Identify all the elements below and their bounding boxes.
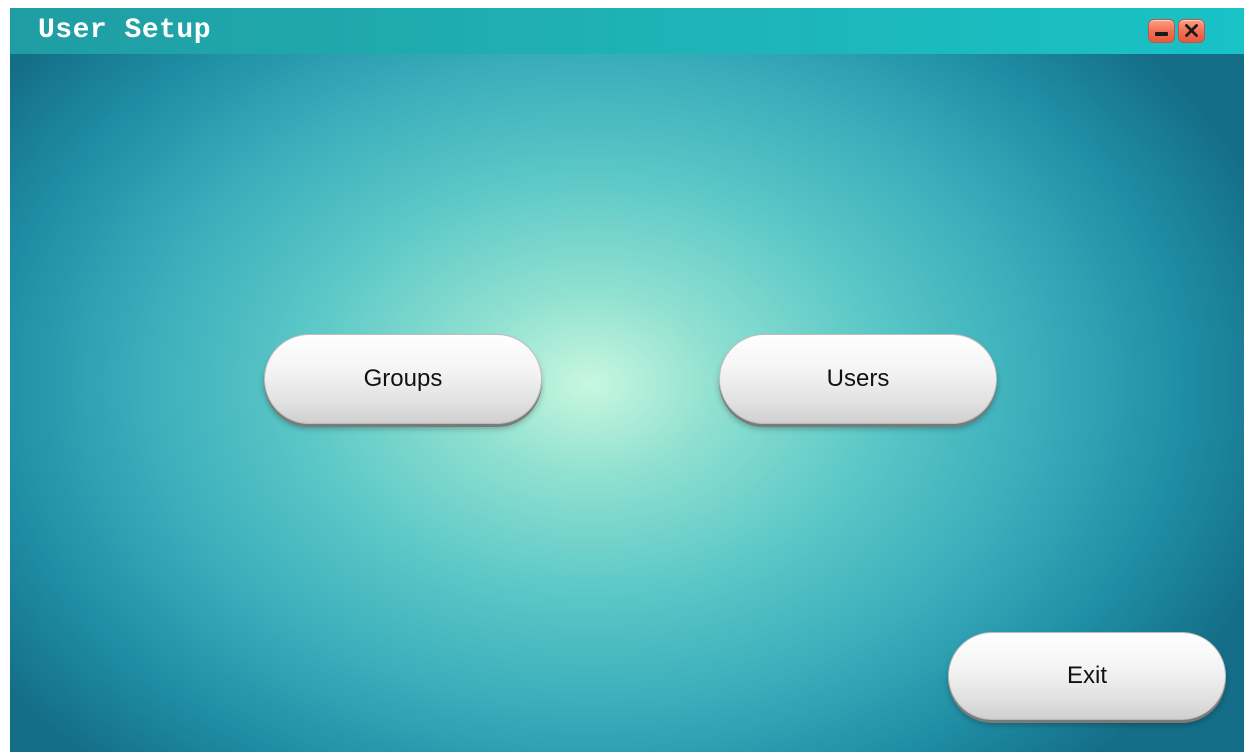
main-panel: Groups Users Exit: [10, 54, 1244, 752]
user-setup-window: User Setup Groups Users Exit: [10, 8, 1244, 752]
close-button[interactable]: [1178, 19, 1205, 43]
groups-button[interactable]: Groups: [264, 334, 542, 424]
minimize-button[interactable]: [1148, 19, 1175, 43]
users-button[interactable]: Users: [719, 334, 997, 424]
minimize-icon: [1155, 32, 1168, 36]
exit-button[interactable]: Exit: [948, 632, 1226, 720]
close-icon: [1185, 24, 1198, 37]
window-title: User Setup: [38, 15, 212, 46]
title-bar[interactable]: User Setup: [10, 8, 1244, 55]
